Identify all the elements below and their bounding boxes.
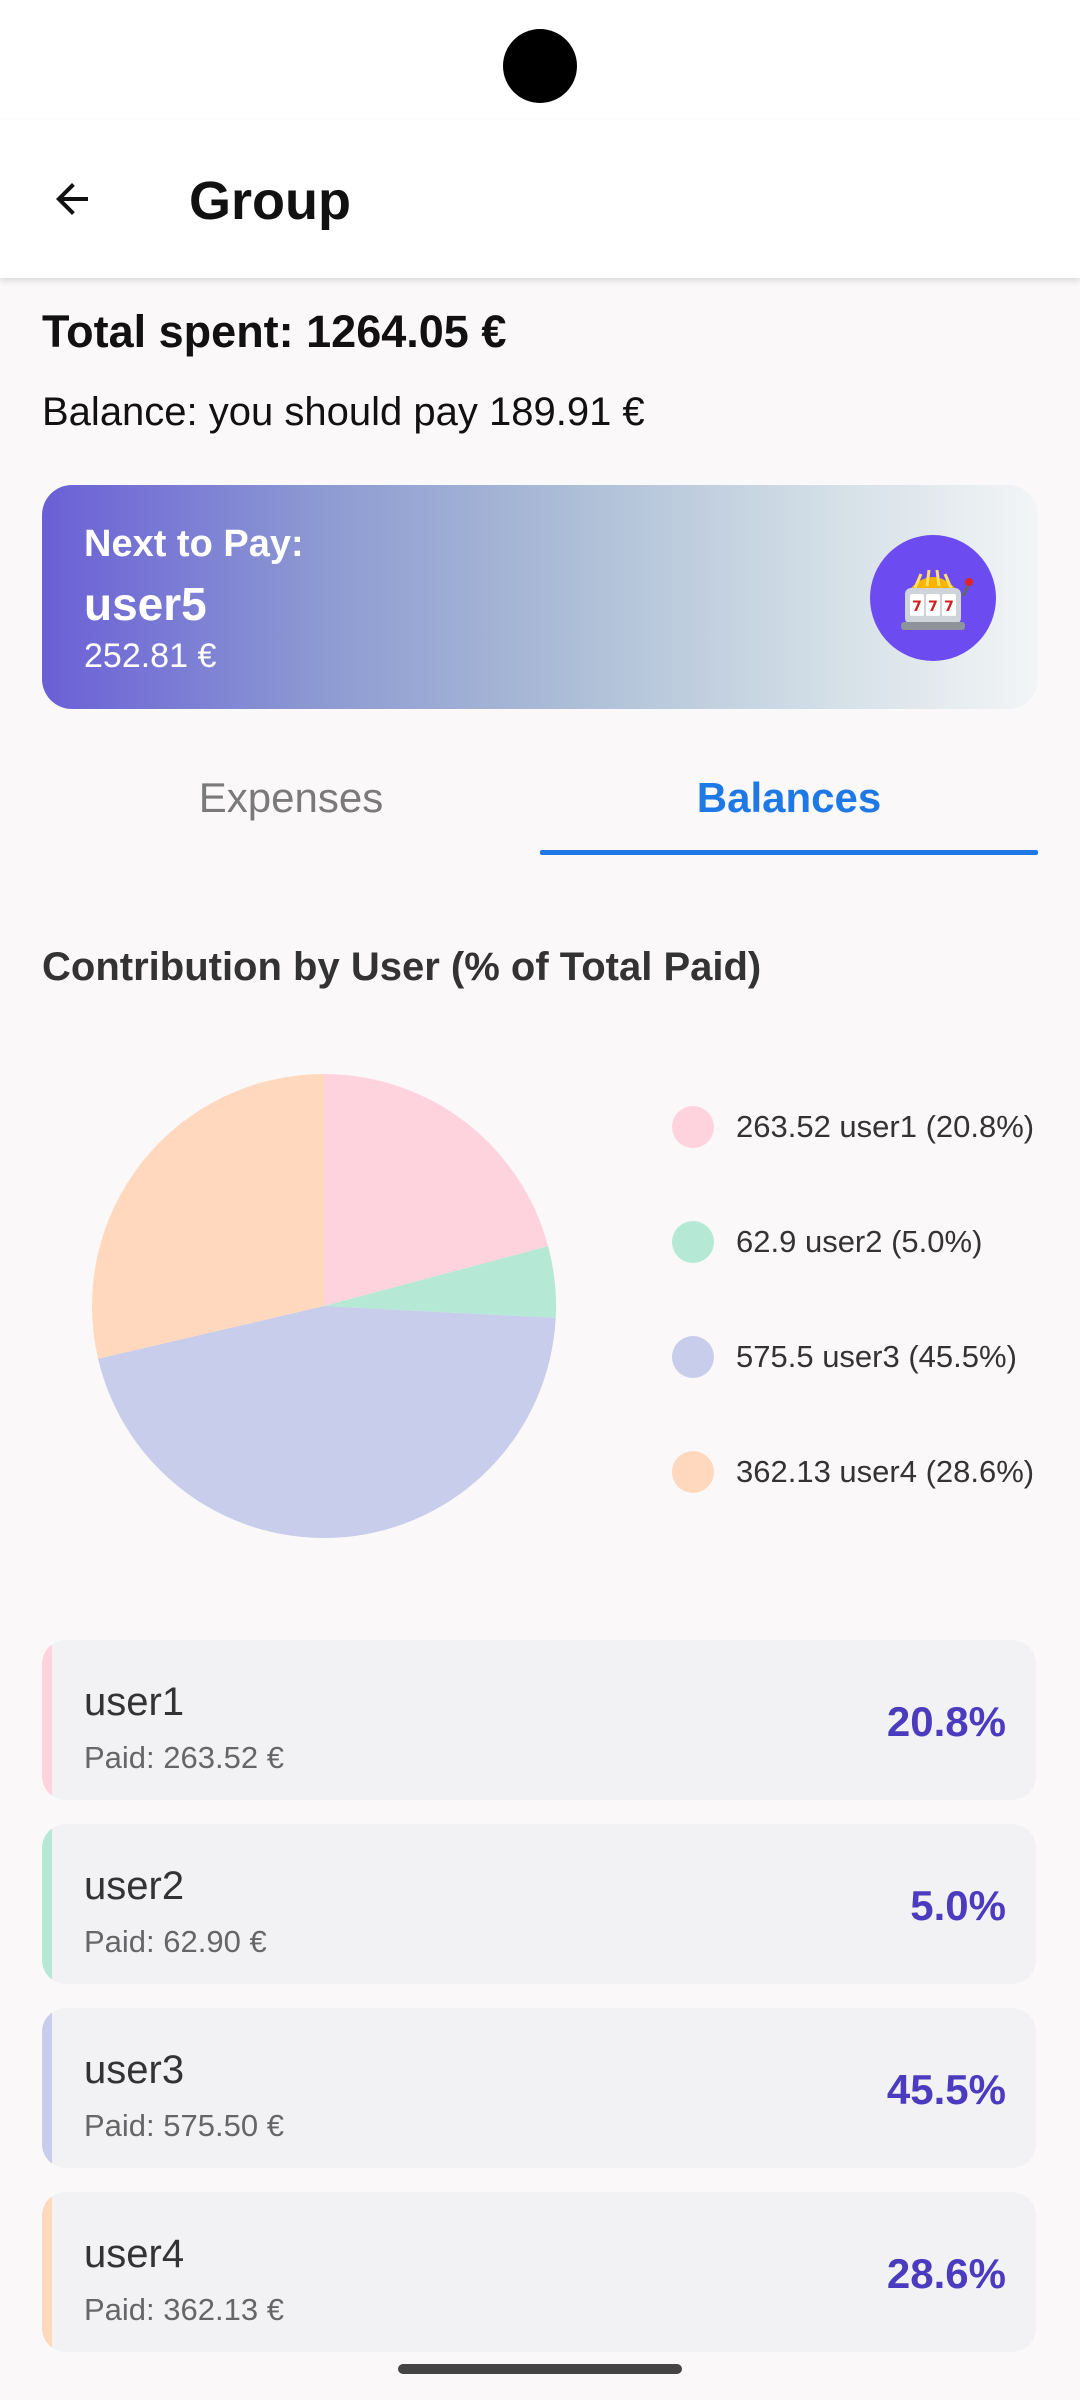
user-percent: 28.6% [886, 2250, 1006, 2297]
legend-label: 362.13 user4 (28.6%) [736, 1454, 1035, 1489]
tab-selected-indicator [540, 850, 1038, 855]
back-arrow-icon[interactable] [40, 167, 104, 231]
balance-text: Balance: you should pay 189.91 € [42, 390, 645, 434]
legend-label: 263.52 user1 (20.8%) [736, 1109, 1035, 1144]
page-title: Group [189, 171, 351, 231]
legend-color-dot [672, 1106, 714, 1148]
svg-text:7: 7 [944, 599, 954, 615]
home-indicator [398, 2364, 682, 2374]
user-balance-card[interactable]: user3 Paid: 575.50 € 45.5% [42, 2008, 1036, 2168]
user-balance-card[interactable]: user2 Paid: 62.90 € 5.0% [42, 1824, 1036, 1984]
user-paid-amount: Paid: 362.13 € [84, 2292, 284, 2327]
user-name: user2 [84, 1864, 185, 1908]
next-to-pay-label: Next to Pay: [84, 523, 304, 565]
legend-item: 575.5 user3 (45.5%) [672, 1327, 1017, 1387]
user-name: user3 [84, 2048, 185, 2092]
user-balance-card[interactable]: user1 Paid: 263.52 € 20.8% [42, 1640, 1036, 1800]
camera-cutout [503, 29, 577, 103]
chart-title: Contribution by User (% of Total Paid) [42, 945, 762, 989]
user-paid-amount: Paid: 575.50 € [84, 2108, 284, 2143]
next-to-pay-amount: 252.81 € [84, 637, 217, 675]
tab-bar: Expenses Balances [42, 740, 1038, 855]
legend-item: 62.9 user2 (5.0%) [672, 1212, 982, 1272]
legend-item: 263.52 user1 (20.8%) [672, 1097, 1034, 1157]
next-to-pay-card[interactable]: Next to Pay: user5 252.81 € 7 7 7 [42, 485, 1038, 709]
user-color-stripe [42, 1824, 52, 1984]
legend-label: 62.9 user2 (5.0%) [736, 1224, 983, 1259]
svg-text:7: 7 [928, 599, 938, 615]
legend-label: 575.5 user3 (45.5%) [736, 1339, 1017, 1374]
user-color-stripe [42, 2192, 52, 2352]
user-name: user1 [84, 1680, 185, 1724]
svg-text:7: 7 [912, 599, 922, 615]
slot-machine-button[interactable]: 7 7 7 [870, 535, 996, 661]
screen: Group Total spent: 1264.05 € Balance: yo… [0, 0, 1080, 2400]
user-color-stripe [42, 2008, 52, 2168]
user-paid-amount: Paid: 62.90 € [84, 1924, 267, 1959]
total-spent: Total spent: 1264.05 € [42, 306, 507, 357]
user-color-stripe [42, 1640, 52, 1800]
user-percent: 5.0% [910, 1882, 1006, 1929]
tab-expenses[interactable]: Expenses [42, 740, 540, 855]
legend-item: 362.13 user4 (28.6%) [672, 1442, 1034, 1502]
app-bar: Group [0, 120, 1080, 278]
contribution-pie-chart [92, 1074, 556, 1538]
user-name: user4 [84, 2232, 185, 2276]
status-bar [0, 0, 1080, 120]
slot-machine-icon: 7 7 7 [901, 569, 973, 630]
user-balance-card[interactable]: user4 Paid: 362.13 € 28.6% [42, 2192, 1036, 2352]
legend-color-dot [672, 1221, 714, 1263]
tab-balances[interactable]: Balances [540, 740, 1038, 855]
user-percent: 45.5% [886, 2066, 1006, 2113]
next-to-pay-user: user5 [84, 578, 207, 630]
user-percent: 20.8% [886, 1698, 1006, 1745]
legend-color-dot [672, 1336, 714, 1378]
user-paid-amount: Paid: 263.52 € [84, 1740, 284, 1775]
legend-color-dot [672, 1451, 714, 1493]
